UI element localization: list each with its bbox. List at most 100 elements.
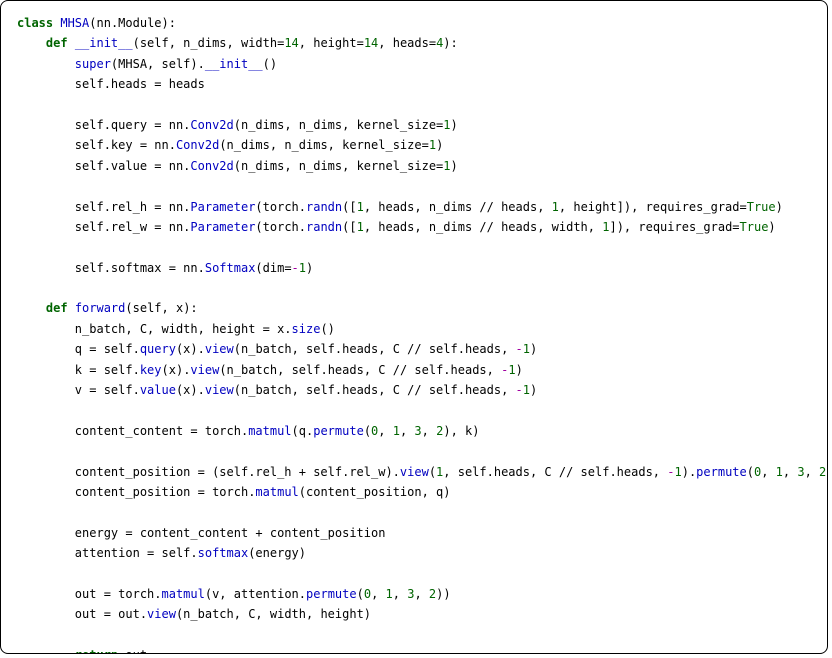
code-token: 1: [523, 342, 530, 356]
code-token: size: [292, 322, 321, 336]
code-token: , self.heads, C // self.heads,: [443, 465, 667, 479]
code-token: forward: [75, 301, 126, 315]
code-token: self.value = nn.: [17, 159, 190, 173]
code-token: (v, attention.: [205, 587, 306, 601]
code-token: energy = content_content + content_posit…: [17, 526, 385, 540]
code-token: ): [451, 118, 458, 132]
code-token: (MHSA, self).: [111, 57, 205, 71]
code-token: ]), requires_grad=: [609, 220, 739, 234]
code-token: ,: [761, 465, 775, 479]
code-token: 1: [508, 363, 515, 377]
code-token: (: [364, 424, 371, 438]
code-token: Conv2d: [176, 138, 219, 152]
code-token: -: [516, 383, 523, 397]
code-token: ,: [414, 587, 428, 601]
code-token: MHSA: [60, 16, 89, 30]
code-token: (torch.: [255, 200, 306, 214]
code-token: (x).: [162, 363, 191, 377]
code-token: (q.: [292, 424, 314, 438]
code-token: [17, 648, 75, 654]
code-token: 14: [364, 36, 378, 50]
code-token: ): [451, 159, 458, 173]
code-token: 1: [357, 200, 364, 214]
code-token: (dim=: [255, 261, 291, 275]
code-token: view: [205, 342, 234, 356]
code-token: ): [826, 465, 828, 479]
code-token: 1: [523, 383, 530, 397]
code-token: True: [740, 220, 769, 234]
code-block-frame: class MHSA(nn.Module): def __init__(self…: [0, 0, 828, 654]
code-token: matmul: [248, 424, 291, 438]
code-token: ): [306, 261, 313, 275]
code-token: 1: [674, 465, 681, 479]
code-token: out = torch.: [17, 587, 162, 601]
code-token: ): [530, 383, 537, 397]
code-token: (: [357, 587, 364, 601]
code-token: ): [436, 138, 443, 152]
code-token: attention = self.: [17, 546, 198, 560]
code-token: content_position = (self.rel_h + self.re…: [17, 465, 400, 479]
code-token: content_content = torch.: [17, 424, 248, 438]
code-token: 1: [357, 220, 364, 234]
code-token: randn: [306, 200, 342, 214]
code-token: q = self.: [17, 342, 140, 356]
code-token: 1: [429, 138, 436, 152]
code-token: ): [768, 220, 775, 234]
code-token: (energy): [248, 546, 306, 560]
code-token: ,: [783, 465, 797, 479]
code-token: matmul: [255, 485, 298, 499]
code-token: ).: [682, 465, 696, 479]
code-token: self.query = nn.: [17, 118, 190, 132]
code-token: Parameter: [190, 200, 255, 214]
code-token: (): [263, 57, 277, 71]
code-token: 1: [299, 261, 306, 275]
code-token: ,: [400, 424, 414, 438]
code-token: ): [516, 363, 523, 377]
code-token: [17, 57, 75, 71]
code-token: view: [205, 383, 234, 397]
code-token: (: [429, 465, 436, 479]
code-token: self.rel_w = nn.: [17, 220, 190, 234]
code-token: (torch.: [255, 220, 306, 234]
code-token: Parameter: [190, 220, 255, 234]
code-token: view: [190, 363, 219, 377]
code-token: (): [320, 322, 334, 336]
code-token: matmul: [162, 587, 205, 601]
code-token: ): [776, 200, 783, 214]
code-token: 3: [414, 424, 421, 438]
code-token: permute: [306, 587, 357, 601]
code-token: ), k): [443, 424, 479, 438]
code-token: ,: [378, 424, 392, 438]
code-token: [17, 301, 46, 315]
code-token: query: [140, 342, 176, 356]
code-token: , heads=: [378, 36, 436, 50]
code-token: , heads, n_dims // heads,: [364, 200, 552, 214]
code-token: ([: [342, 200, 356, 214]
code-token: ([: [342, 220, 356, 234]
code-token: (self, x):: [125, 301, 197, 315]
code-token: ,: [371, 587, 385, 601]
code-token: out: [125, 648, 147, 654]
code-listing: class MHSA(nn.Module): def __init__(self…: [17, 13, 811, 654]
code-token: (x).: [176, 342, 205, 356]
code-token: self.key = nn.: [17, 138, 176, 152]
code-token: ):: [443, 36, 457, 50]
code-token: self.heads = heads: [17, 77, 205, 91]
code-token: (self, n_dims, width=: [133, 36, 285, 50]
code-token: (n_batch, self.heads, C // self.heads,: [234, 342, 516, 356]
code-token: out = out.: [17, 607, 147, 621]
code-token: (n_dims, n_dims, kernel_size=: [234, 159, 444, 173]
code-token: (n_dims, n_dims, kernel_size=: [234, 118, 444, 132]
code-token: 1: [552, 200, 559, 214]
code-token: n_batch, C, width, height = x.: [17, 322, 292, 336]
code-token: view: [147, 607, 176, 621]
code-token: return: [75, 648, 126, 654]
code-token: permute: [313, 424, 364, 438]
code-token: 3: [797, 465, 804, 479]
code-token: view: [400, 465, 429, 479]
code-token: ): [530, 342, 537, 356]
code-token: permute: [696, 465, 747, 479]
code-token: [17, 36, 46, 50]
code-token: -: [292, 261, 299, 275]
code-token: randn: [306, 220, 342, 234]
